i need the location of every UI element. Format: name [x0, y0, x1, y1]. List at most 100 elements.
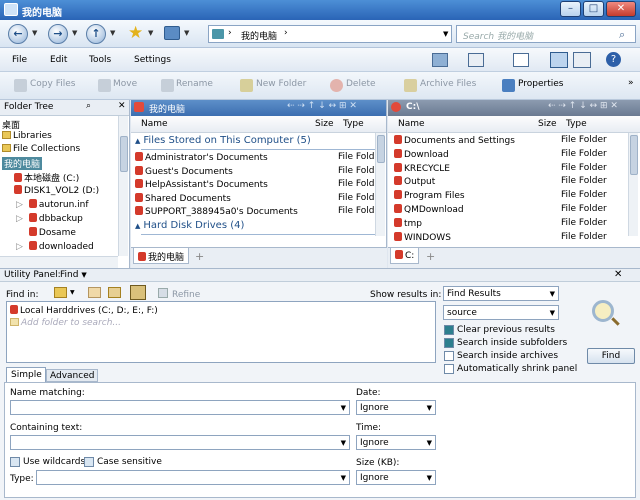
- back-history-dropdown[interactable]: ▼: [32, 29, 37, 37]
- source-dropdown[interactable]: source ▼: [443, 305, 559, 320]
- date-dropdown[interactable]: Ignore ▼: [356, 400, 436, 415]
- file-row[interactable]: Download: [394, 148, 449, 162]
- up-dropdown[interactable]: ▼: [110, 29, 115, 37]
- rename-button[interactable]: Rename: [176, 79, 213, 89]
- tab-advanced[interactable]: Advanced: [46, 369, 98, 382]
- tree-item-file-collections[interactable]: File Collections: [2, 144, 80, 157]
- tree-hscrollbar[interactable]: [0, 256, 118, 268]
- col-name[interactable]: Name: [398, 119, 425, 129]
- tree-item-dosame[interactable]: ▷ Dosame: [16, 227, 76, 240]
- size-dropdown[interactable]: Ignore ▼: [356, 470, 436, 485]
- left-pane-scrollbar[interactable]: [375, 133, 385, 236]
- tab-my-computer[interactable]: 我的电脑: [133, 248, 190, 264]
- file-row[interactable]: WINDOWS: [394, 231, 451, 245]
- toolbar-overflow-icon[interactable]: »: [628, 78, 634, 88]
- location-item[interactable]: Local Harddrives (C:, D:, E:, F:): [10, 305, 158, 318]
- search-subfolders-label[interactable]: Search inside subfolders: [457, 338, 567, 348]
- drives-icon[interactable]: [164, 26, 180, 40]
- file-row[interactable]: SUPPORT_388945a0's Documents: [135, 206, 298, 219]
- group-files-stored-header[interactable]: ▲ Files Stored on This Computer (5): [135, 135, 311, 146]
- tree-item-autorun[interactable]: ▷ autorun.inf: [16, 199, 89, 212]
- tree-item-downloaded[interactable]: ▷ downloaded: [16, 241, 94, 254]
- pane-nav-icons[interactable]: ⇠ ⇢ ↑ ↓ ↔ ⊞ ✕: [548, 101, 618, 111]
- menu-file[interactable]: File: [12, 55, 27, 65]
- forward-history-dropdown[interactable]: ▼: [72, 29, 77, 37]
- menu-tools[interactable]: Tools: [89, 55, 111, 65]
- close-button[interactable]: ✕: [606, 1, 636, 17]
- new-folder-button[interactable]: New Folder: [256, 79, 306, 89]
- drives-toggle-icon[interactable]: [130, 285, 146, 300]
- tab-drive-c[interactable]: C:: [390, 248, 420, 264]
- col-type[interactable]: Type: [343, 119, 364, 129]
- favorites-dropdown[interactable]: ▼: [148, 29, 153, 37]
- help-icon[interactable]: ?: [606, 52, 621, 67]
- close-icon[interactable]: ✕: [614, 269, 622, 280]
- file-row[interactable]: Administrator's Documents: [135, 152, 268, 165]
- address-bar[interactable]: › 我的电脑 › ▼: [208, 25, 452, 43]
- scrollbar-thumb[interactable]: [630, 135, 638, 175]
- view-mode-icon[interactable]: [432, 53, 448, 67]
- move-button[interactable]: Move: [113, 79, 137, 89]
- drives-dropdown[interactable]: ▼: [184, 29, 189, 37]
- search-archives-label[interactable]: Search inside archives: [457, 351, 558, 361]
- utility-mode-dropdown[interactable]: Find ▼: [60, 270, 87, 280]
- file-row[interactable]: Output: [394, 176, 435, 189]
- expand-icon[interactable]: ▷: [16, 200, 23, 210]
- tree-item-dbbackup[interactable]: ▷ dbbackup: [16, 213, 83, 226]
- type-dropdown[interactable]: ▼: [36, 470, 350, 485]
- case-sensitive-label[interactable]: Case sensitive: [97, 457, 162, 467]
- delete-button[interactable]: Delete: [346, 79, 376, 89]
- tab-simple[interactable]: Simple: [6, 367, 46, 382]
- expand-icon[interactable]: ▷: [16, 214, 23, 224]
- tree-item-libraries[interactable]: Libraries: [2, 131, 52, 144]
- layout-icon[interactable]: [513, 53, 529, 67]
- add-folder-dropdown[interactable]: ▼: [70, 289, 75, 296]
- tree-item-drive-d[interactable]: DISK1_VOL2 (D:): [14, 185, 99, 198]
- use-wildcards-label[interactable]: Use wildcards: [23, 457, 85, 467]
- auto-shrink-label[interactable]: Automatically shrink panel: [457, 364, 577, 374]
- tree-pane-icon[interactable]: [573, 52, 591, 68]
- search-archives-checkbox[interactable]: [444, 351, 454, 361]
- clear-previous-results-checkbox[interactable]: [444, 325, 454, 335]
- tree-item-desktop[interactable]: 桌面: [2, 118, 20, 131]
- scrollbar-thumb[interactable]: [120, 136, 128, 172]
- auto-shrink-checkbox[interactable]: [444, 364, 454, 374]
- dual-pane-icon[interactable]: [550, 52, 568, 68]
- file-row[interactable]: KRECYCLE: [394, 162, 450, 176]
- file-row[interactable]: Shared Documents: [135, 192, 231, 206]
- results-target-dropdown[interactable]: Find Results ▼: [443, 286, 559, 301]
- col-size[interactable]: Size: [315, 119, 333, 129]
- copy-files-button[interactable]: Copy Files: [30, 79, 75, 89]
- name-matching-input[interactable]: ▼: [10, 400, 350, 415]
- file-row[interactable]: HelpAssistant's Documents: [135, 179, 268, 192]
- search-locations-list[interactable]: Local Harddrives (C:, D:, E:, F:) Add fo…: [6, 301, 436, 363]
- forward-arrow-icon[interactable]: →: [48, 24, 68, 44]
- file-row[interactable]: Documents and Settings: [394, 135, 515, 148]
- col-size[interactable]: Size: [538, 119, 556, 129]
- scrollbar-thumb[interactable]: [377, 135, 385, 163]
- find-icon[interactable]: ⌕: [86, 101, 91, 111]
- col-type[interactable]: Type: [566, 119, 587, 129]
- file-row[interactable]: Program Files: [394, 190, 465, 203]
- menu-settings[interactable]: Settings: [134, 55, 171, 65]
- col-name[interactable]: Name: [141, 119, 168, 129]
- add-folder-icon[interactable]: [54, 287, 67, 298]
- search-input[interactable]: Search 我的电脑 ⌕: [456, 25, 636, 43]
- collapse-icon[interactable]: ▲: [135, 222, 140, 230]
- time-dropdown[interactable]: Ignore ▼: [356, 435, 436, 450]
- tree-item-my-computer[interactable]: 我的电脑: [2, 157, 43, 170]
- pane-nav-icons[interactable]: ⇠ ⇢ ↑ ↓ ↔ ⊞ ✕: [287, 101, 357, 111]
- minimize-button[interactable]: –: [560, 1, 581, 17]
- find-button[interactable]: Find: [587, 348, 635, 364]
- case-sensitive-checkbox[interactable]: [84, 457, 94, 467]
- up-arrow-icon[interactable]: ↑: [86, 24, 106, 44]
- right-pane-scrollbar[interactable]: [628, 133, 638, 236]
- back-arrow-icon[interactable]: ←: [8, 24, 28, 44]
- containing-text-input[interactable]: ▼: [10, 435, 350, 450]
- collapse-icon[interactable]: ▲: [135, 137, 140, 145]
- maximize-button[interactable]: □: [583, 1, 604, 17]
- use-wildcards-checkbox[interactable]: [10, 457, 20, 467]
- file-row[interactable]: QMDownload: [394, 204, 464, 217]
- group-hard-disks-header[interactable]: ▲ Hard Disk Drives (4): [135, 220, 244, 231]
- new-tab-icon[interactable]: +: [195, 250, 204, 263]
